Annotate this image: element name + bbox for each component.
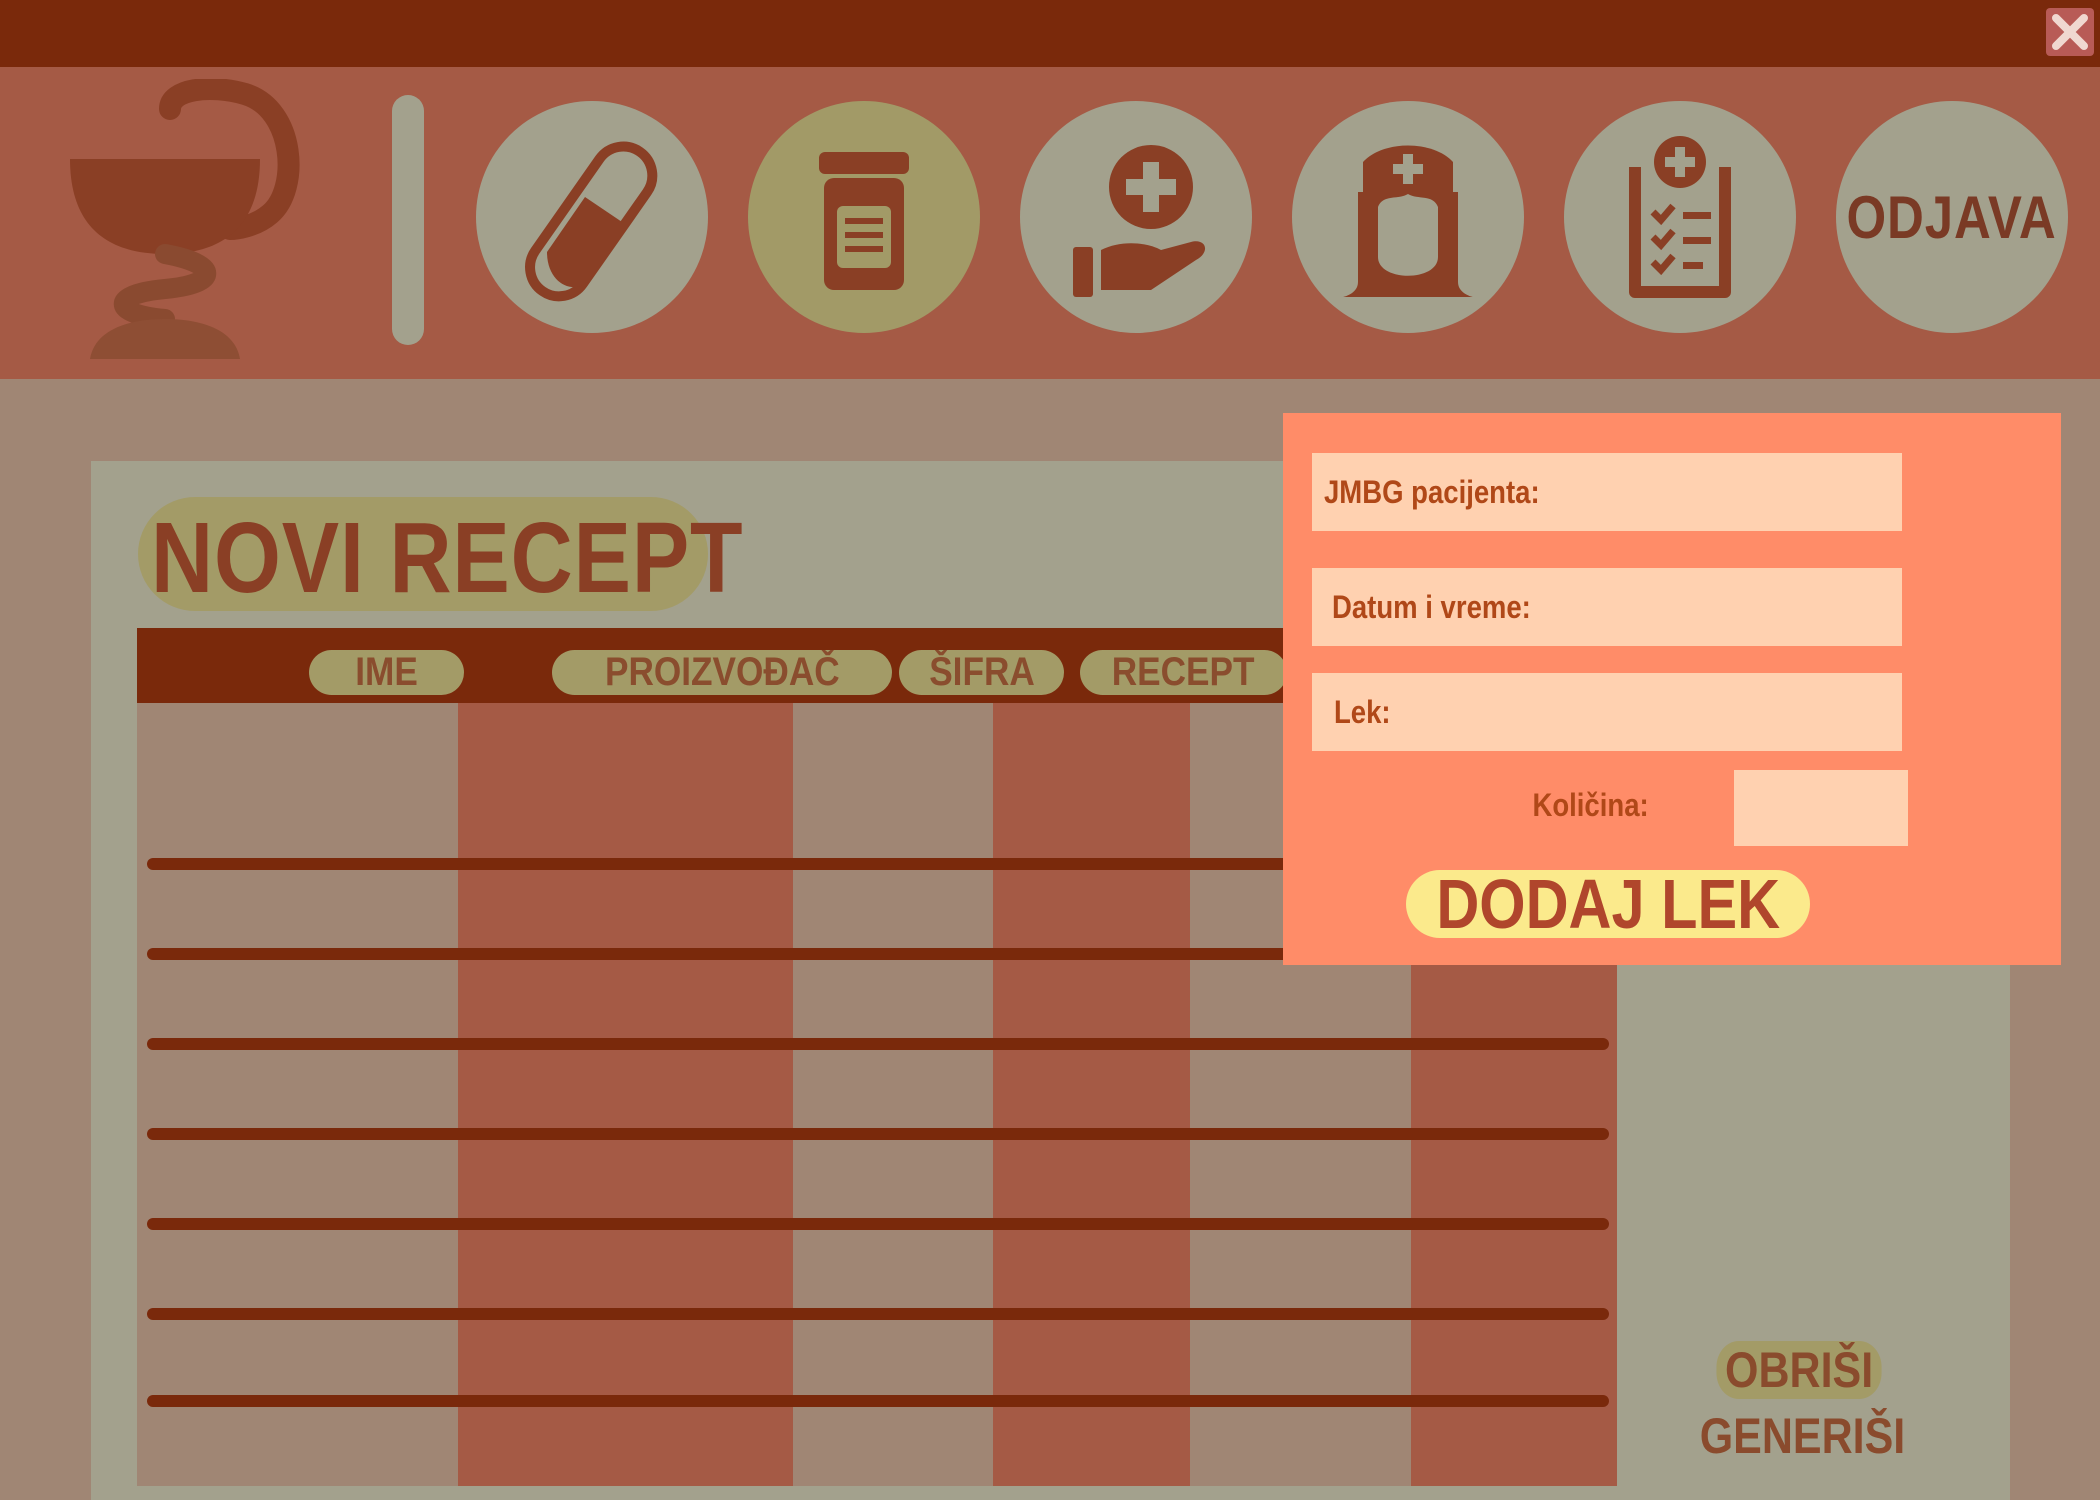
column-header-prescription[interactable]: RECEPT [1080,650,1287,695]
table-row-separator [147,1395,1609,1407]
column-header-name[interactable]: IME [309,650,464,695]
generate-button[interactable]: GENERIŠI [1700,1407,1905,1465]
nav-medicines-button[interactable] [476,101,708,333]
table-column [993,703,1190,1486]
table-row-separator [147,1038,1609,1050]
table-row-separator [147,1128,1609,1140]
nav-divider [392,95,424,345]
clipboard-checklist-icon [1629,136,1731,298]
logout-button[interactable]: ODJAVA [1836,101,2068,333]
hand-medical-icon [1073,145,1206,297]
quantity-input[interactable] [1734,770,1908,846]
nurse-icon [1343,145,1473,297]
nav-reports-button[interactable] [1564,101,1796,333]
patient-id-field[interactable]: JMBG pacijenta: [1312,453,1902,531]
close-button[interactable] [2046,8,2094,56]
nav-staff-button[interactable] [1292,101,1524,333]
add-drug-button[interactable]: DODAJ LEK [1406,865,1810,943]
table-row-separator [147,1218,1609,1230]
column-header-code[interactable]: ŠIFRA [899,650,1064,695]
page-title: NOVI RECEPT [151,502,744,614]
delete-button[interactable]: OBRIŠI [1716,1341,1882,1399]
add-drug-dialog: JMBG pacijenta: Datum i vreme: Lek: Koli… [1283,413,2061,965]
patient-id-label: JMBG pacijenta: [1324,473,1540,510]
top-navbar: ODJAVA [0,67,2100,379]
nav-prescriptions-button[interactable] [748,101,980,333]
table-column [137,703,458,1486]
drug-label: Lek: [1334,693,1391,730]
window-titlebar [0,0,2100,67]
table-row-separator [147,1308,1609,1320]
add-drug-button-label: DODAJ LEK [1436,865,1780,943]
datetime-label: Datum i vreme: [1332,588,1531,625]
table-column [793,703,993,1486]
datetime-field[interactable]: Datum i vreme: [1312,568,1902,646]
quantity-label: Količina: [1532,787,1649,823]
pill-icon [525,141,658,302]
logout-label: ODJAVA [1846,183,2058,251]
nav-patient-care-button[interactable] [1020,101,1252,333]
table-column [458,703,793,1486]
drug-field[interactable]: Lek: [1312,673,1902,751]
column-header-manufacturer[interactable]: PROIZVOĐAČ [552,650,892,695]
close-icon [2052,14,2088,50]
bowl-of-hygieia-icon [70,79,300,359]
medicine-jar-icon [819,152,909,290]
